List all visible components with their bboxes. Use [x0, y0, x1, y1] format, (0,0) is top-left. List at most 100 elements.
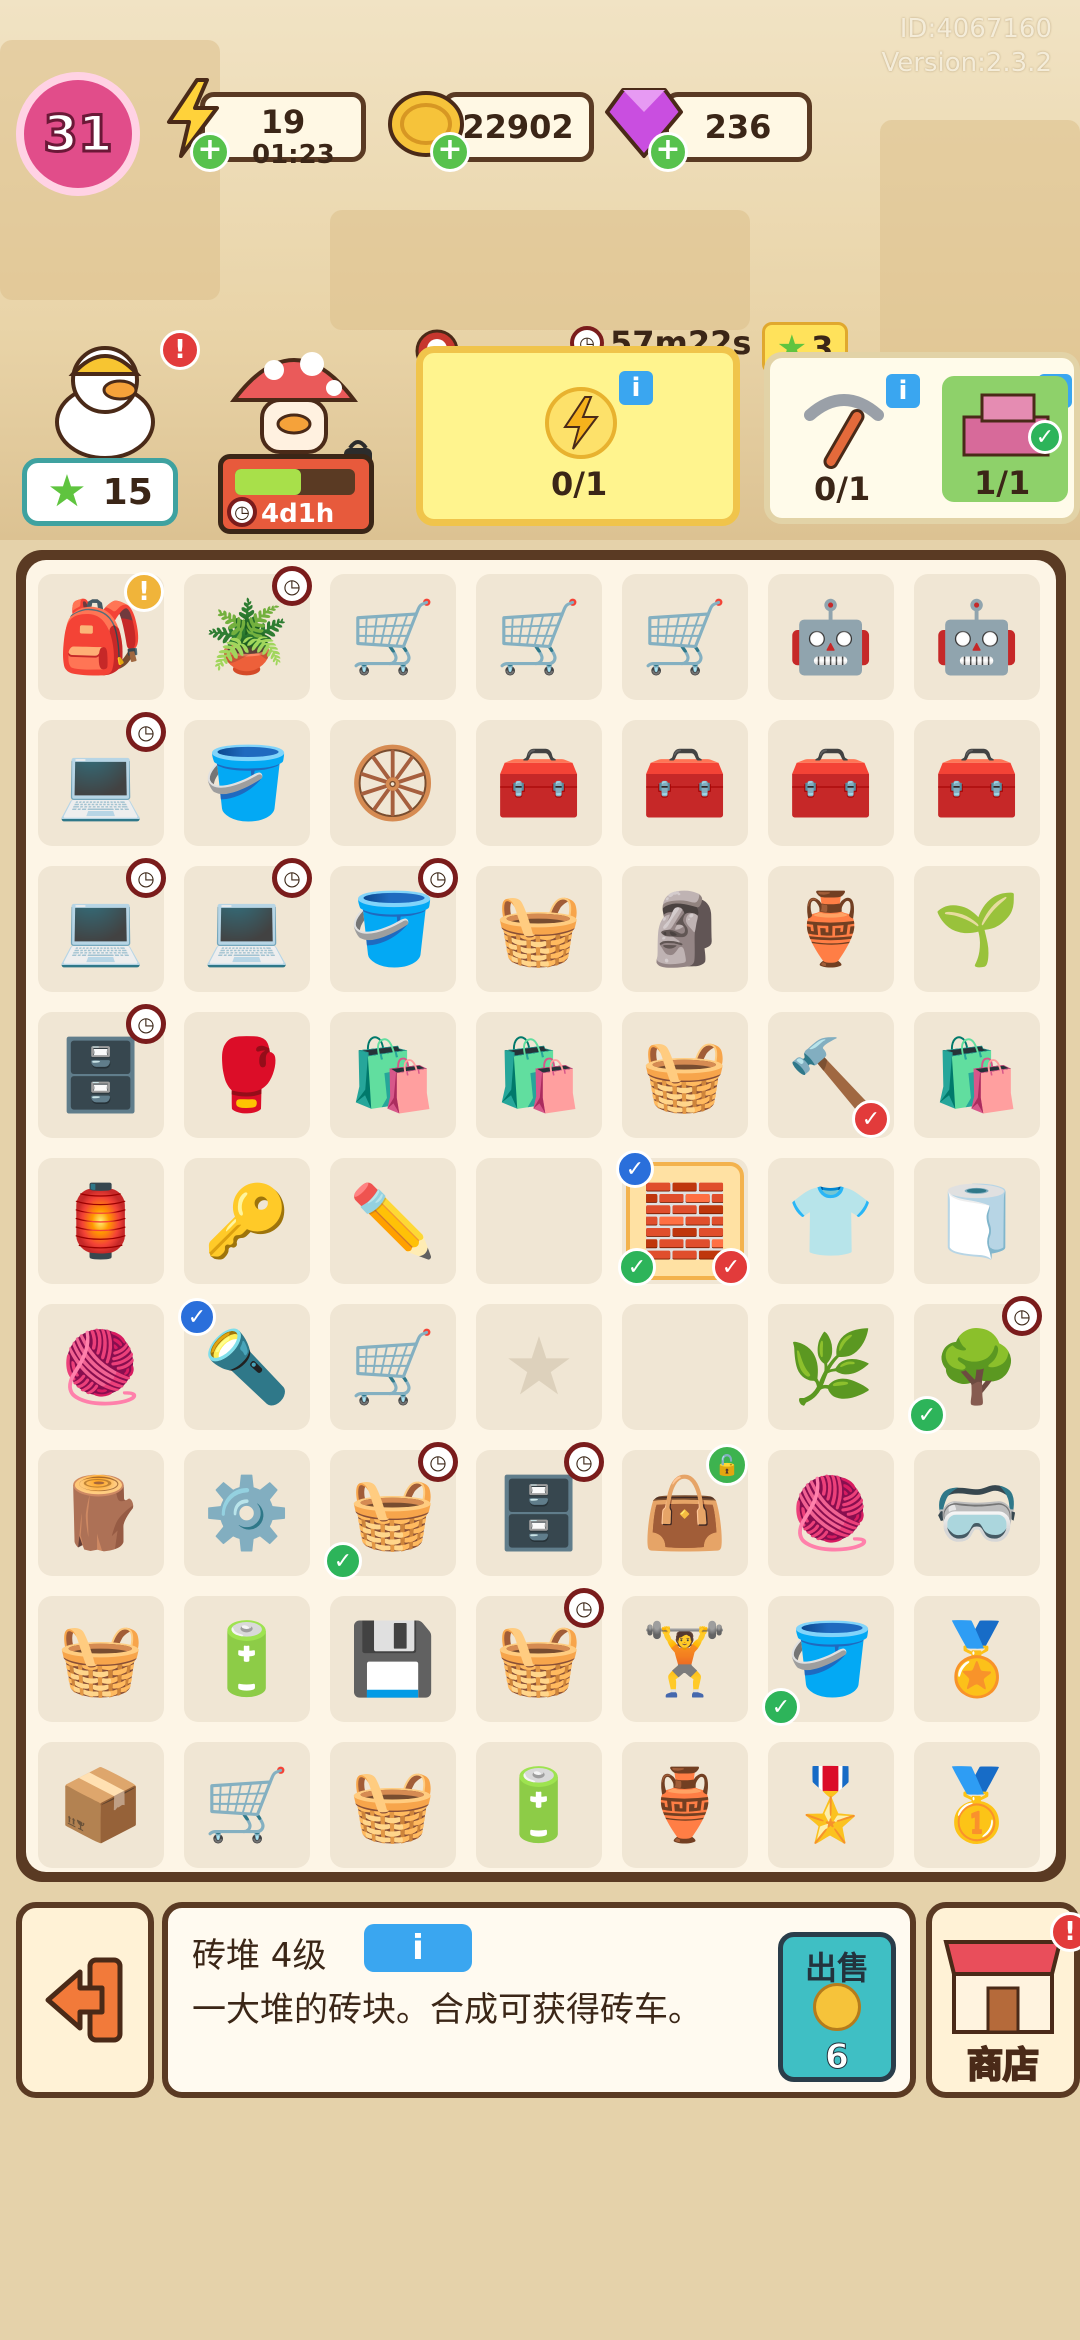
board-item-broken-pot[interactable]: 🏺 — [626, 1746, 744, 1864]
board-item-lamp-base[interactable]: 🏮 — [42, 1162, 160, 1280]
board-item-paint-roller[interactable]: 🧻 — [918, 1162, 1036, 1280]
board-item-robot-vacuum[interactable]: 🤖 — [772, 578, 890, 696]
empty-star-icon: ★ — [503, 1320, 575, 1413]
order-b-item1-count: 0/1 — [814, 470, 871, 508]
energy-value: 19 — [260, 103, 306, 141]
shop-label: 商店 — [966, 2044, 1040, 2087]
duck-star-counter[interactable]: ★ 15 — [22, 458, 178, 526]
board-item-shopping-cart[interactable]: 🛒 — [188, 1746, 306, 1864]
clock-badge-icon: ◷ — [418, 1442, 458, 1482]
board-item-hand-cart[interactable]: 🛒 — [334, 1308, 452, 1426]
counter — [330, 210, 750, 330]
add-energy-button[interactable]: + — [190, 132, 230, 172]
level-badge[interactable]: 31 — [16, 72, 140, 196]
clock-badge-icon: ◷ — [126, 712, 166, 752]
board-item-box[interactable]: 📦 — [42, 1746, 160, 1864]
board-cell[interactable] — [622, 1304, 748, 1430]
board-item-clay-pot[interactable]: 🪵 — [42, 1454, 160, 1572]
board-item-circuit-board[interactable]: 💾 — [334, 1600, 452, 1718]
board-item-plaster-bucket[interactable]: 🪣 — [188, 724, 306, 842]
board-item-basket-crate[interactable]: 🧺 — [42, 1600, 160, 1718]
check-icon: ✓ — [908, 1396, 946, 1434]
mushroom-progress-bar — [235, 469, 355, 495]
board-item-medal[interactable]: 🏅 — [918, 1600, 1036, 1718]
order-b-item2-slot: 1/1 ✓ — [942, 376, 1068, 502]
clock-badge-icon: ◷ — [272, 858, 312, 898]
check-icon: ✓ — [618, 1248, 656, 1286]
board-item-statue[interactable]: 🗿 — [626, 870, 744, 988]
item-info-button[interactable]: i — [364, 1924, 472, 1972]
board-item-toolbox[interactable]: 🧰 — [480, 724, 598, 842]
board-item-broken-pot[interactable]: 🏺 — [772, 870, 890, 988]
check-icon: ✓ — [852, 1100, 890, 1138]
board-item-soil-bag[interactable]: 🛍️ — [480, 1016, 598, 1134]
mushroom-timer-value: 4d1h — [261, 499, 335, 529]
board-item-tool-cart[interactable]: 🛒 — [334, 578, 452, 696]
sell-button[interactable]: 出售 6 — [778, 1932, 896, 2082]
board-item-flower-basket[interactable]: 🧺 — [480, 870, 598, 988]
level-value: 31 — [42, 104, 115, 165]
gems-value: 236 — [704, 108, 772, 146]
board-item-toolbox[interactable]: 🧰 — [772, 724, 890, 842]
board-item-robot-vacuum[interactable]: 🤖 — [918, 578, 1036, 696]
board-item-pencil[interactable]: ✏️ — [334, 1162, 452, 1280]
mushroom-timer-panel[interactable]: ◷ 4d1h — [218, 454, 374, 534]
board-item-duck-cart[interactable]: 🛒 — [626, 578, 744, 696]
add-coins-button[interactable]: + — [430, 132, 470, 172]
board-item-weight-bench[interactable]: 🏋️ — [626, 1600, 744, 1718]
clock-badge-icon: ◷ — [564, 1588, 604, 1628]
clock-badge-icon: ◷ — [564, 1442, 604, 1482]
merge-board: 🎒! 🪴 ◷ 🛒 🛒 🛒 🤖 🤖 💻 ◷ 🪣 🛞 🧰 🧰 🧰 🧰 💻 ◷ 💻 ◷ 🪣 ◷ 🧺 🗿 🏺 🌱 🗄️ ◷ 🥊 🛍️ 🛍️ 🧺 🔨 ✓ 🛍️… — [16, 550, 1066, 1882]
clock-icon: ◷ — [227, 497, 257, 527]
exit-button[interactable] — [16, 1902, 154, 2098]
item-info-panel: 砖堆 4级 i 一大堆的砖块。合成可获得砖车。 出售 6 — [162, 1902, 916, 2098]
board-item-chips[interactable]: 🔋 — [188, 1600, 306, 1718]
board-item-terrarium[interactable]: 🌱 — [918, 870, 1036, 988]
board-item-wheelbarrow[interactable]: 🛞 — [334, 724, 452, 842]
duck-worker-icon[interactable] — [40, 330, 170, 460]
board-item-soil-bag[interactable]: 🛍️ — [334, 1016, 452, 1134]
shelf-right — [880, 120, 1080, 380]
board-item-plant-pot[interactable]: 🌿 — [772, 1308, 890, 1426]
check-icon: ✓ — [616, 1150, 654, 1188]
board-item-gold-medal[interactable]: 🥇 — [918, 1746, 1036, 1864]
board-item-wheels[interactable]: ⚙️ — [188, 1454, 306, 1572]
board-item-woven-basket[interactable]: 🧺 — [334, 1746, 452, 1864]
order-card-energy[interactable]: i 0/1 — [416, 346, 740, 526]
clock-badge-icon: ◷ — [126, 858, 166, 898]
shop-button[interactable]: ! 商店 — [926, 1902, 1080, 2098]
energy-timer: 01:23 — [252, 140, 335, 170]
clock-badge-icon: ◷ — [272, 566, 312, 606]
board-item-vr-goggles[interactable]: 🥽 — [918, 1454, 1036, 1572]
merge-board-grid: 🎒! 🪴 ◷ 🛒 🛒 🛒 🤖 🤖 💻 ◷ 🪣 🛞 🧰 🧰 🧰 🧰 💻 ◷ 💻 ◷ 🪣 ◷ 🧺 🗿 🏺 🌱 🗄️ ◷ 🥊 🛍️ 🛍️ 🧺 🔨 ✓ 🛍️… — [26, 560, 1056, 1872]
add-gems-button[interactable]: + — [648, 132, 688, 172]
player-id: ID:4067160 — [899, 14, 1052, 44]
board-cell[interactable] — [476, 1158, 602, 1284]
check-icon: ✓ — [762, 1688, 800, 1726]
item-description: 一大堆的砖块。合成可获得砖车。 — [192, 1990, 702, 2030]
board-item-badge-medal[interactable]: 🎖️ — [772, 1746, 890, 1864]
board-item-tool-cart[interactable]: 🛒 — [480, 578, 598, 696]
mushroom-progress-fill — [235, 469, 301, 495]
pickaxe-icon — [794, 382, 894, 478]
board-item-capacitor[interactable]: 🔋 — [480, 1746, 598, 1864]
board-item-junk-bin[interactable]: 🧺 — [626, 1016, 744, 1134]
item-title: 砖堆 4级 — [192, 1936, 327, 1976]
coins-value: 22902 — [462, 108, 574, 146]
check-icon: ✓ — [1028, 420, 1062, 454]
board-item-shirt[interactable]: 👕 — [772, 1162, 890, 1280]
board-item-cord-reel[interactable]: 🧶 — [772, 1454, 890, 1572]
board-item-cord-reel[interactable]: 🧶 — [42, 1308, 160, 1426]
lock-icon: 🔓 — [706, 1444, 748, 1486]
board-item-toolbox[interactable]: 🧰 — [918, 724, 1036, 842]
board-item-soil-bag[interactable]: 🛍️ — [918, 1016, 1036, 1134]
order-card-tools[interactable]: i i 0/1 1/1 ✓ — [764, 352, 1080, 524]
clock-badge-icon: ◷ — [126, 1004, 166, 1044]
board-item-boxing-glove[interactable]: 🥊 — [188, 1016, 306, 1134]
board-item-toolbox[interactable]: 🧰 — [626, 724, 744, 842]
board-item-keys[interactable]: 🔑 — [188, 1162, 306, 1280]
alert-icon: ! — [124, 572, 164, 612]
order-info-button[interactable]: i — [619, 371, 653, 405]
board-item-empty[interactable]: ★ — [480, 1308, 598, 1426]
order-b-item2-count: 1/1 — [974, 464, 1031, 502]
